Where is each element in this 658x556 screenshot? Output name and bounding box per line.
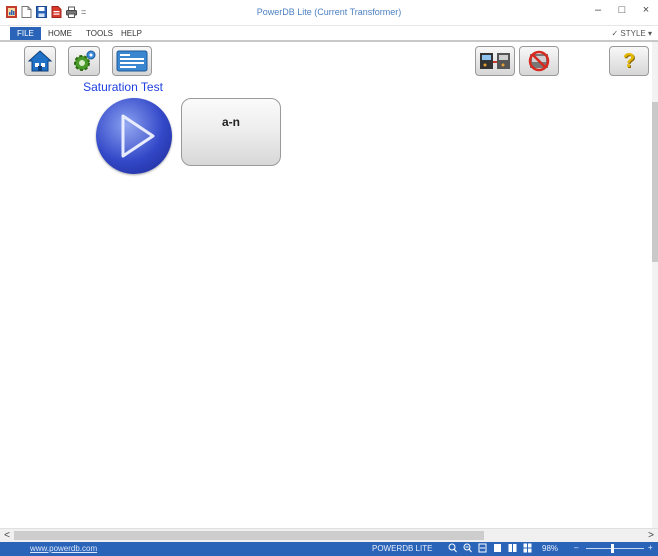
scroll-left-button[interactable]: < [0,529,14,542]
phase-button-a-n[interactable]: a-n [181,98,281,166]
phase-label: a-n [222,115,240,129]
product-name: POWERDB LITE [372,544,433,553]
tab-file[interactable]: FILE [10,27,41,40]
home-button[interactable] [24,46,56,76]
maximize-button[interactable]: □ [610,4,634,16]
view-controls [448,543,532,553]
start-test-button[interactable] [96,98,172,174]
single-page-icon[interactable] [493,543,502,553]
help-icon: ? [622,49,636,72]
window-title: PowerDB Lite (Current Transformer) [256,7,402,17]
zoom-slider-knob[interactable] [611,544,614,553]
instrument-connection-icon [480,53,510,69]
no-connection-icon [528,50,550,72]
settings-button[interactable] [68,46,100,76]
home-icon [27,50,53,72]
no-connection-button[interactable] [519,46,559,76]
zoom-level: 98% [542,544,559,553]
close-button[interactable]: × [634,4,658,16]
zoom-slider[interactable] [586,548,644,549]
vertical-scrollbar[interactable] [652,42,658,528]
tab-home[interactable]: HOME [41,27,79,40]
play-icon [121,114,155,158]
tab-help[interactable]: HELP [114,27,149,40]
horizontal-scrollbar[interactable]: < > [0,528,658,542]
fit-page-icon[interactable] [478,543,487,553]
zoom-plus-button[interactable]: + [648,543,653,552]
style-dropdown[interactable]: ✓ STYLE ▾ [611,27,652,40]
instrument-connection-button[interactable] [475,46,515,76]
ribbon-tabs: FILE HOME TOOLS HELP ✓ STYLE ▾ [0,26,658,40]
title-bar: = PowerDB Lite (Current Transformer) – □… [0,0,658,26]
scroll-right-button[interactable]: > [644,529,658,542]
zoom-in-icon[interactable] [448,543,457,553]
vertical-scroll-thumb[interactable] [652,102,658,262]
window-controls: – □ × [586,4,658,16]
zoom-minus-button[interactable]: – [574,543,578,552]
help-button[interactable]: ? [609,46,649,76]
two-page-icon[interactable] [508,543,517,553]
form-icon [116,50,148,72]
test-title: Saturation Test [83,80,163,94]
form-button[interactable] [112,46,152,76]
settings-icon [74,50,96,71]
document-area: ? Saturation Test a-n [0,42,658,528]
multi-page-icon[interactable] [523,543,532,553]
minimize-button[interactable]: – [586,4,610,16]
zoom-out-icon[interactable] [463,543,472,553]
horizontal-scroll-thumb[interactable] [14,531,484,540]
website-link[interactable]: www.powerdb.com [30,544,97,553]
status-bar: www.powerdb.com POWERDB LITE 98% – + [0,542,658,556]
